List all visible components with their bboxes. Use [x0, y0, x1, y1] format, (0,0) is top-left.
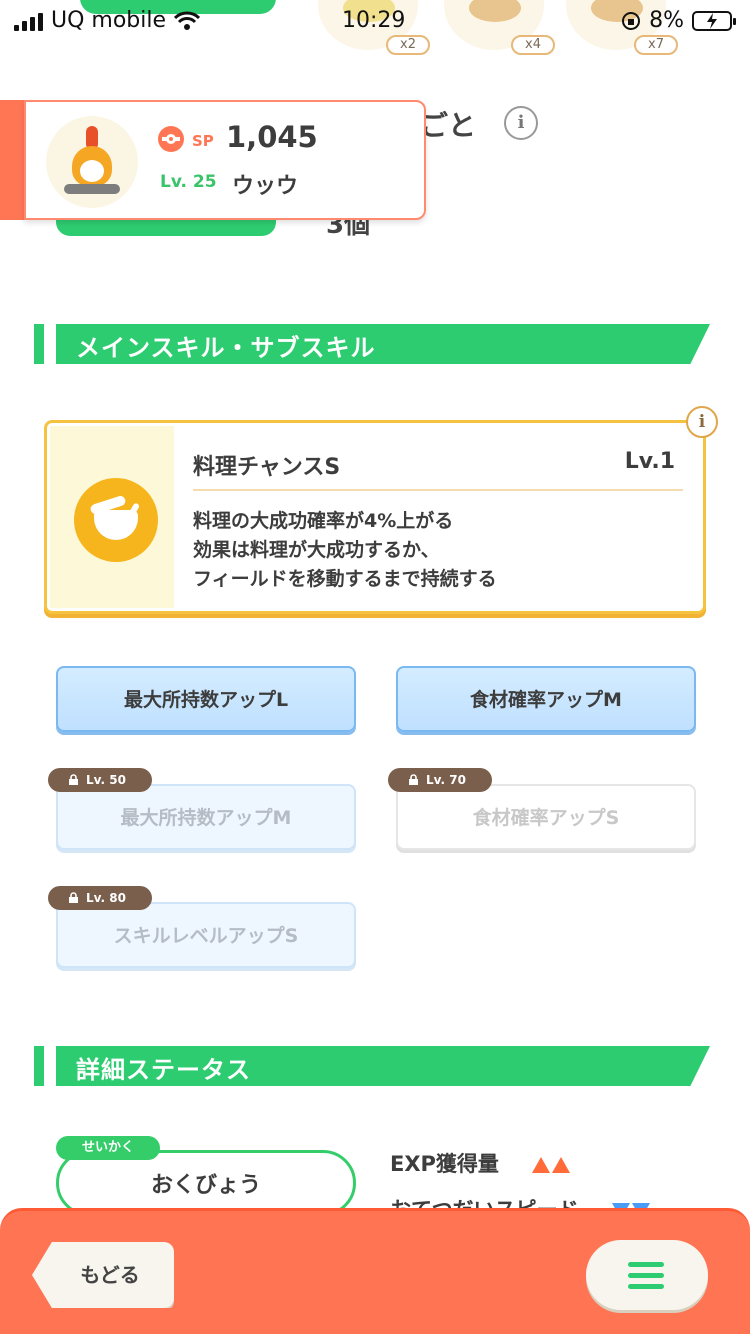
desc-line-3: フィールドを移動するまで持続する [193, 568, 497, 590]
status-section-title: 詳細ステータス [76, 1056, 251, 1084]
battery-percent: 8% [649, 8, 684, 33]
subskill-button-2[interactable]: 食材確率アップM [396, 666, 696, 732]
sp-label: SP [192, 132, 214, 150]
subskill-button-1[interactable]: 最大所持数アップL [56, 666, 356, 732]
carrier-group: UQ mobile [14, 8, 201, 33]
back-button[interactable]: もどる [32, 1242, 174, 1308]
unlock-level: Lv. 50 [86, 773, 126, 787]
divider [193, 489, 683, 491]
main-skill-card[interactable]: 料理チャンスS Lv.1 料理の大成功確率が4%上がる 効果は料理が大成功するか… [44, 420, 706, 614]
sp-value: 1,045 [226, 120, 318, 154]
unlock-level: Lv. 80 [86, 891, 126, 905]
battery-charging-icon [692, 10, 736, 31]
pokemon-level: Lv. 25 [160, 172, 217, 192]
orientation-lock-icon [622, 11, 641, 30]
unlock-level: Lv. 70 [426, 773, 466, 787]
pokemon-name: ウッウ [232, 174, 299, 199]
lock-icon [409, 774, 418, 785]
subskill-button-3[interactable]: 最大所持数アップM [56, 784, 356, 850]
skill-info-icon[interactable]: i [686, 406, 718, 438]
nature-tag: せいかく [56, 1136, 160, 1160]
status-bar: UQ mobile 10:29 8% [0, 0, 750, 44]
wifi-icon [174, 11, 201, 30]
main-skill-icon-panel [50, 426, 174, 608]
status-right: 8% [621, 8, 736, 33]
arrow-up-icon [552, 1157, 571, 1173]
unlock-level-tag: Lv. 80 [48, 886, 152, 910]
clock: 10:29 [342, 8, 406, 33]
partial-header-title: ごと [420, 109, 477, 142]
subskill-button-5[interactable]: スキルレベルアップS [56, 902, 356, 968]
lock-icon [69, 774, 78, 785]
unlock-level-tag: Lv. 70 [388, 768, 492, 792]
lock-icon [69, 892, 78, 903]
main-skill-level: Lv.1 [624, 449, 675, 474]
pokemon-avatar [46, 116, 138, 208]
unlock-level-tag: Lv. 50 [48, 768, 152, 792]
stat-up-line: EXP獲得量 [390, 1148, 571, 1178]
status-section-header: 詳細ステータス [34, 1046, 710, 1086]
info-icon[interactable]: i [504, 106, 538, 140]
cooking-pot-icon [74, 478, 158, 562]
stat-up-label: EXP獲得量 [390, 1152, 499, 1176]
skills-section-header: メインスキル・サブスキル [34, 324, 710, 364]
desc-line-2: 効果は料理が大成功するか、 [193, 539, 440, 561]
sp-icon [158, 126, 184, 152]
skills-section-title: メインスキル・サブスキル [76, 334, 376, 362]
arrow-up-icon [532, 1157, 551, 1173]
signal-icon [14, 11, 43, 31]
main-skill-description: 料理の大成功確率が4%上がる 効果は料理が大成功するか、 フィールドを移動するま… [193, 507, 497, 594]
desc-line-1: 料理の大成功確率が4%上がる [193, 510, 454, 532]
subskill-button-4[interactable]: 食材確率アップS [396, 784, 696, 850]
carrier-name: UQ mobile [51, 8, 167, 33]
pokemon-summary-card[interactable] [0, 100, 426, 220]
menu-button[interactable] [586, 1240, 708, 1310]
main-skill-name: 料理チャンスS [193, 455, 341, 480]
